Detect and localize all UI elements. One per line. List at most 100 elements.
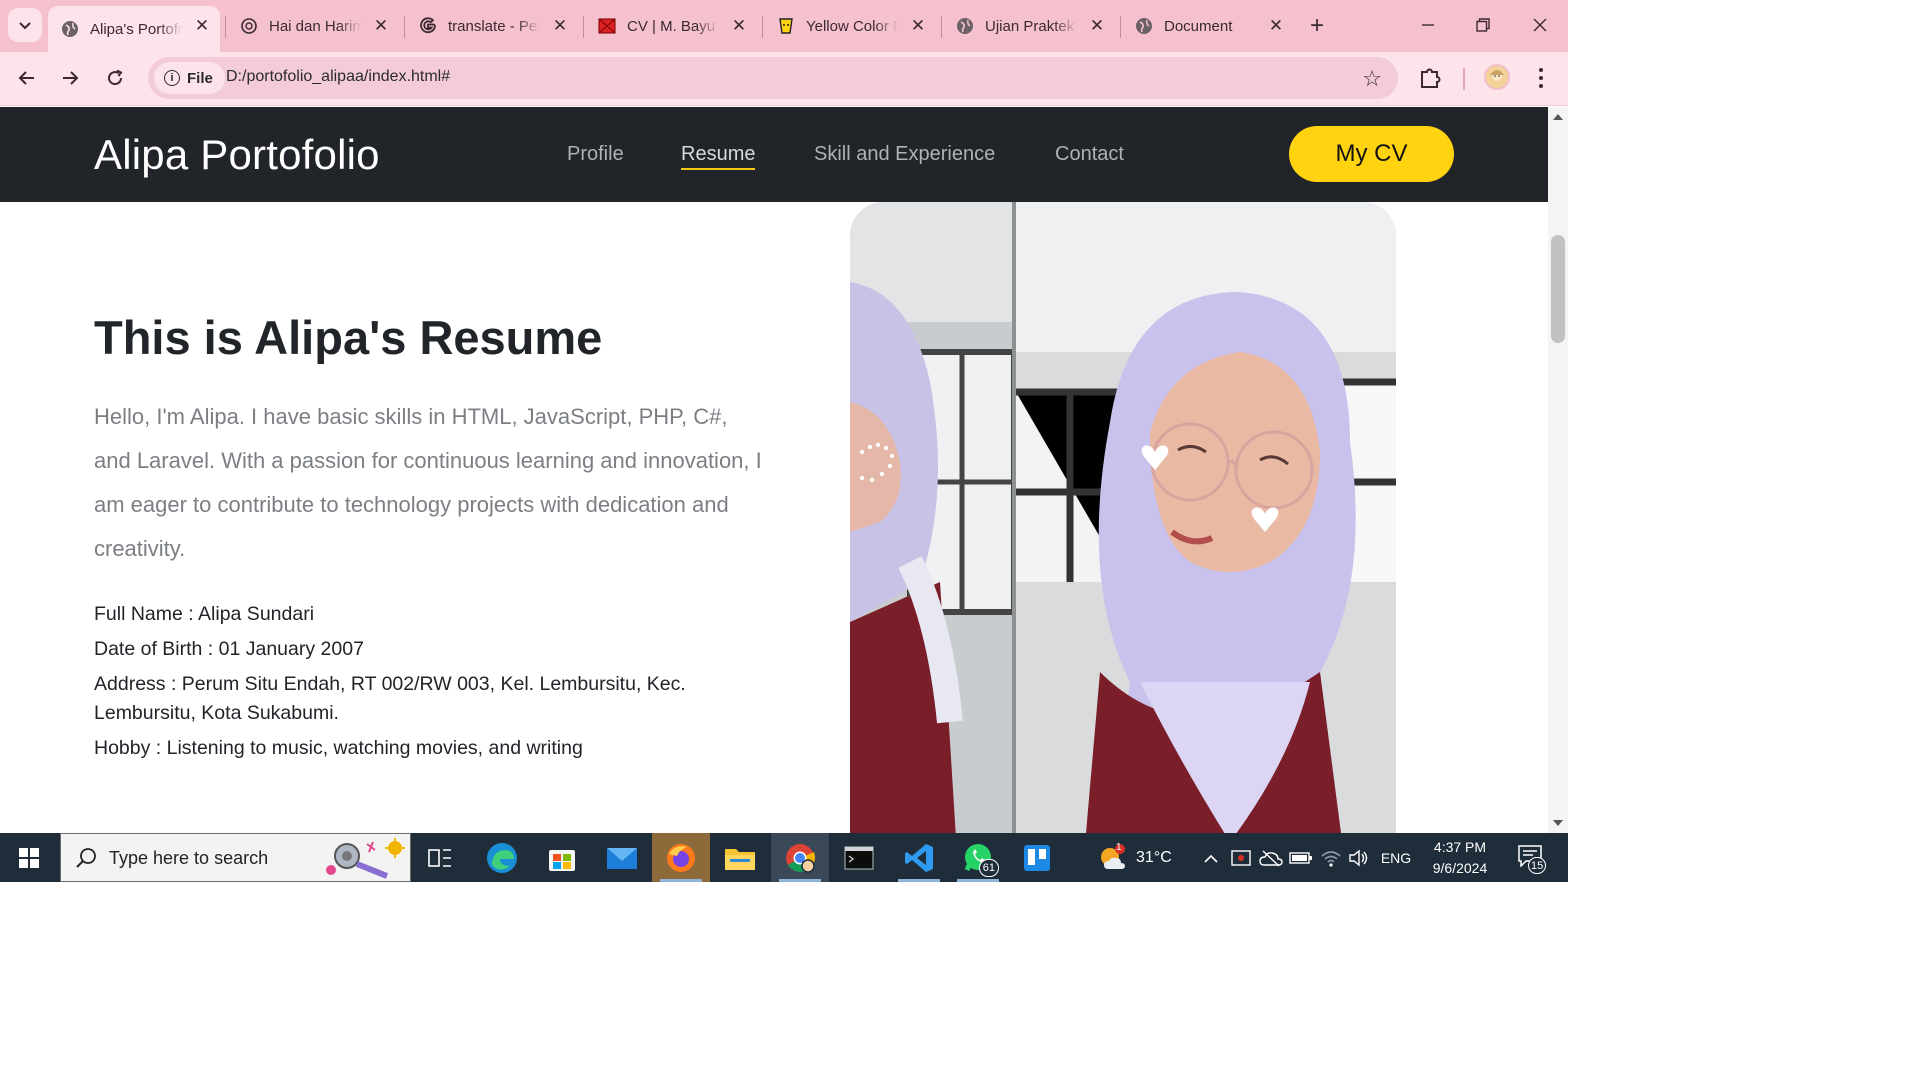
red-box-icon [597, 16, 617, 36]
hobby: Hobby : Listening to music, watching mov… [94, 737, 583, 759]
taskbar-whatsapp[interactable]: 61 [949, 833, 1007, 882]
openai-icon [239, 16, 259, 36]
minimize-button[interactable] [1405, 8, 1451, 42]
tab-separator [404, 16, 405, 38]
info-icon: i [164, 70, 180, 86]
address-bar[interactable]: i File D:/portofolio_alipaa/index.html# … [148, 57, 1398, 99]
site-brand[interactable]: Alipa Portofolio [94, 131, 380, 179]
nav-link-skill-and-experience[interactable]: Skill and Experience [814, 143, 995, 168]
search-placeholder: Type here to search [109, 848, 269, 868]
browser-menu-button[interactable] [1528, 64, 1554, 92]
tab-document[interactable]: Document ✕ [1122, 6, 1294, 46]
windows-logo-icon [19, 847, 39, 868]
close-icon[interactable]: ✕ [550, 16, 570, 36]
tab-title: Hai dan Harim [269, 17, 361, 35]
show-hidden-icons-button[interactable] [1200, 833, 1222, 882]
trello-icon [1024, 844, 1050, 871]
arrow-right-icon [63, 71, 79, 85]
onedrive-tray-icon[interactable] [1258, 833, 1284, 882]
globe-icon [955, 16, 975, 36]
volume-tray-icon[interactable] [1346, 833, 1372, 882]
tab-translate[interactable]: translate - Per ✕ [406, 6, 578, 46]
taskbar-trello[interactable] [1008, 833, 1066, 882]
site-info-chip[interactable]: i File [154, 62, 225, 94]
taskbar-file-explorer[interactable] [711, 833, 769, 882]
nav-link-contact[interactable]: Contact [1055, 143, 1124, 168]
restore-icon [1476, 18, 1490, 32]
taskbar-firefox[interactable] [652, 833, 710, 882]
profile-avatar[interactable] [1484, 64, 1510, 90]
nav-link-profile[interactable]: Profile [567, 143, 624, 168]
input-language[interactable]: ENG [1376, 833, 1416, 882]
reload-button[interactable] [98, 61, 132, 95]
forward-button[interactable] [53, 61, 87, 95]
close-icon[interactable]: ✕ [729, 16, 749, 36]
globe-icon [1134, 16, 1154, 36]
scroll-up-arrow-icon[interactable] [1553, 114, 1563, 120]
new-tab-button[interactable]: + [1303, 12, 1331, 40]
tab-alipas-portofolio[interactable]: Alipa's Portofolio ✕ [48, 6, 220, 52]
tab-separator [762, 16, 763, 38]
tab-ujian-praktek[interactable]: Ujian Praktek ✕ [943, 6, 1115, 46]
start-button[interactable] [0, 833, 58, 882]
cup-icon [776, 16, 796, 36]
scheme-label: File [187, 69, 213, 87]
speaker-icon [1349, 849, 1368, 866]
resume-intro: Hello, I'm Alipa. I have basic skills in… [94, 404, 762, 561]
kebab-dot [1539, 76, 1543, 80]
taskbar-search-box[interactable]: Type here to search [60, 833, 411, 882]
taskbar-terminal[interactable] [830, 833, 888, 882]
reload-icon [108, 69, 123, 86]
tab-title: translate - Per [448, 17, 540, 35]
back-button[interactable] [10, 61, 44, 95]
network-tray-icon[interactable] [1318, 833, 1344, 882]
tab-hai-dan-harim[interactable]: Hai dan Harim ✕ [227, 6, 399, 46]
url-text[interactable]: D:/portofolio_alipaa/index.html# [226, 68, 450, 86]
tab-separator [941, 16, 942, 38]
taskbar-edge[interactable] [473, 833, 531, 882]
taskbar-vscode[interactable] [890, 833, 948, 882]
search-icon [76, 848, 96, 868]
notification-count-badge: 15 [1528, 857, 1547, 874]
scroll-thumb[interactable] [1551, 235, 1565, 343]
google-icon [418, 16, 438, 36]
battery-tray-icon[interactable] [1288, 833, 1314, 882]
bookmark-star-icon[interactable]: ☆ [1362, 66, 1382, 92]
globe-icon [60, 19, 80, 39]
close-window-button[interactable] [1517, 8, 1563, 42]
weather-sun-cloud-icon [1101, 843, 1125, 869]
page-viewport: Alipa Portofolio Profile Resume Skill an… [0, 107, 1548, 833]
nav-link-resume[interactable]: Resume [681, 143, 756, 170]
vscode-icon [905, 843, 933, 872]
close-icon[interactable]: ✕ [192, 16, 212, 36]
restore-button[interactable] [1460, 8, 1506, 42]
tab-yellow-color[interactable]: Yellow Color P ✕ [764, 6, 936, 46]
weather-widget[interactable]: 1 31°C [1098, 833, 1172, 882]
browser-tab-strip: Alipa's Portofolio ✕ Hai dan Harim ✕ tra… [0, 0, 1568, 52]
close-icon[interactable]: ✕ [371, 16, 391, 36]
close-icon[interactable]: ✕ [1266, 16, 1286, 36]
taskbar-chrome[interactable] [771, 833, 829, 882]
windows-taskbar: Type here to search 61 1 31°C ENG 4:37 P… [0, 833, 1568, 882]
kebab-dot [1539, 68, 1543, 72]
tab-title: Alipa's Portofolio [90, 20, 182, 38]
taskbar-mail[interactable] [593, 833, 651, 882]
tab-separator [583, 16, 584, 38]
tab-cv-m-bayu[interactable]: CV | M. Bayu S ✕ [585, 6, 757, 46]
notification-center-button[interactable]: 15 [1512, 841, 1552, 875]
battery-icon [1289, 851, 1312, 864]
extensions-button[interactable] [1418, 64, 1446, 92]
tab-search-button[interactable] [8, 8, 42, 42]
toolbar-separator [1463, 68, 1465, 90]
close-icon[interactable]: ✕ [1087, 16, 1107, 36]
task-view-button[interactable] [411, 833, 469, 882]
taskbar-microsoft-store[interactable] [533, 833, 591, 882]
scroll-down-arrow-icon[interactable] [1553, 820, 1563, 826]
taskbar-clock[interactable]: 4:37 PM 9/6/2024 [1418, 837, 1502, 879]
personal-details: Full Name : Alipa Sundari Date of Birth … [94, 600, 734, 769]
tab-title: Document [1164, 17, 1233, 35]
page-scrollbar[interactable] [1548, 107, 1568, 833]
tray-app-icon[interactable] [1228, 833, 1254, 882]
close-icon[interactable]: ✕ [908, 16, 928, 36]
my-cv-button[interactable]: My CV [1289, 126, 1454, 182]
